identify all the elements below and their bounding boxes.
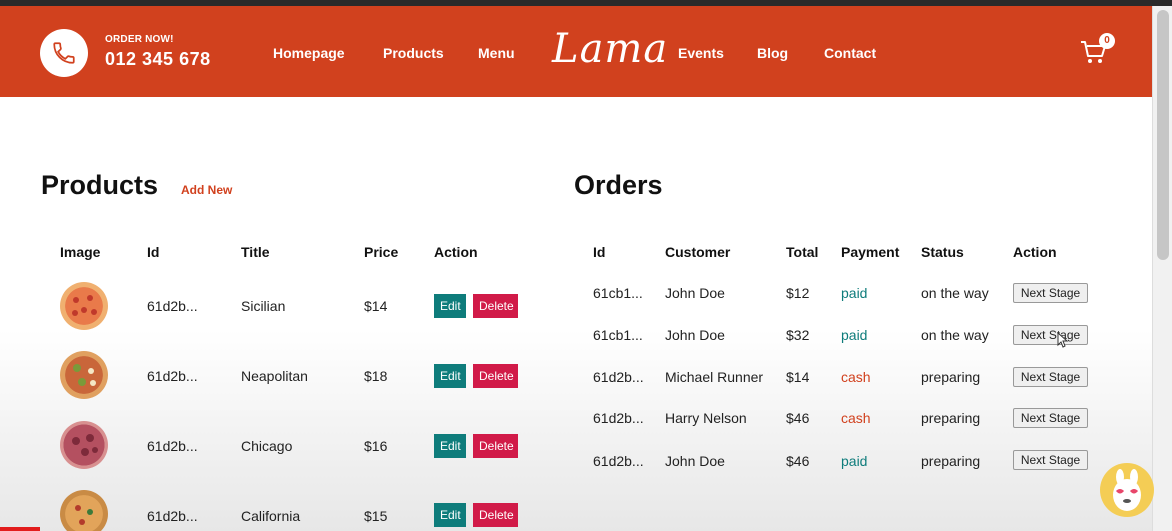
cart-count-badge: 0 [1099, 33, 1115, 49]
order-payment: paid [841, 285, 868, 301]
nav-events[interactable]: Events [678, 45, 724, 61]
order-total: $46 [786, 453, 810, 469]
product-title: California [241, 508, 301, 524]
order-payment: paid [841, 453, 868, 469]
order-id: 61d2b... [593, 453, 644, 469]
delete-button[interactable]: Delete [473, 364, 518, 388]
order-id: 61cb1... [593, 327, 643, 343]
orders-col-customer: Customer [665, 244, 731, 260]
llama-face-icon [1113, 469, 1141, 511]
product-title: Neapolitan [241, 368, 308, 384]
next-stage-button[interactable]: Next Stage [1013, 283, 1088, 303]
nav-blog[interactable]: Blog [757, 45, 788, 61]
pizza-image [60, 490, 108, 531]
progress-indicator [0, 527, 40, 531]
product-id: 61d2b... [147, 298, 198, 314]
brand-logo[interactable]: Lama [552, 26, 668, 72]
order-customer: John Doe [665, 285, 725, 301]
delete-button[interactable]: Delete [473, 294, 518, 318]
product-price: $16 [364, 438, 388, 454]
edit-button[interactable]: Edit [434, 503, 466, 527]
products-col-image: Image [60, 244, 101, 260]
orders-col-id: Id [593, 244, 606, 260]
product-price: $18 [364, 368, 388, 384]
order-id: 61cb1... [593, 285, 643, 301]
next-stage-button[interactable]: Next Stage [1013, 367, 1088, 387]
orders-col-status: Status [921, 244, 964, 260]
next-stage-button[interactable]: Next Stage [1013, 450, 1088, 470]
navbar: ORDER NOW! 012 345 678 Homepage Products… [0, 6, 1152, 97]
order-customer: Michael Runner [665, 369, 764, 385]
products-col-action: Action [434, 244, 478, 260]
pizza-toppings [72, 434, 98, 456]
cart-button[interactable]: 0 [1080, 33, 1115, 70]
order-customer: Harry Nelson [665, 410, 747, 426]
order-status: preparing [921, 453, 981, 469]
order-id: 61d2b... [593, 410, 644, 426]
orders-col-payment: Payment [841, 244, 900, 260]
order-status: on the way [921, 285, 989, 301]
orders-col-action: Action [1013, 244, 1057, 260]
nav-homepage[interactable]: Homepage [273, 45, 345, 61]
nav-products[interactable]: Products [383, 45, 444, 61]
pizza-toppings [75, 505, 93, 525]
product-id: 61d2b... [147, 368, 198, 384]
order-status: on the way [921, 327, 989, 343]
products-col-id: Id [147, 244, 160, 260]
pizza-image [60, 282, 108, 330]
delete-button[interactable]: Delete [473, 503, 518, 527]
phone-icon[interactable] [40, 29, 88, 77]
order-total: $32 [786, 327, 810, 343]
order-total: $12 [786, 285, 810, 301]
product-id: 61d2b... [147, 438, 198, 454]
products-col-title: Title [241, 244, 270, 260]
products-col-price: Price [364, 244, 399, 260]
order-total: $14 [786, 369, 810, 385]
order-customer: John Doe [665, 327, 725, 343]
nav-contact[interactable]: Contact [824, 45, 876, 61]
phone-number: 012 345 678 [105, 49, 211, 69]
add-new-link[interactable]: Add New [181, 183, 232, 197]
product-id: 61d2b... [147, 508, 198, 524]
order-status: preparing [921, 369, 981, 385]
pizza-toppings [72, 295, 97, 316]
order-payment: paid [841, 327, 868, 343]
pizza-toppings [73, 364, 96, 386]
pizza-image [60, 421, 108, 469]
edit-button[interactable]: Edit [434, 434, 466, 458]
order-total: $46 [786, 410, 810, 426]
orders-title: Orders [574, 170, 663, 200]
next-stage-button[interactable]: Next Stage [1013, 325, 1088, 345]
mouse-cursor-icon [1057, 332, 1069, 348]
product-title: Sicilian [241, 298, 286, 314]
products-title: Products [41, 170, 159, 200]
product-price: $14 [364, 298, 388, 314]
scrollbar-thumb[interactable] [1157, 10, 1169, 260]
page-scrollbar[interactable] [1152, 6, 1172, 531]
mascot-avatar-icon [1100, 463, 1154, 517]
order-payment: cash [841, 369, 871, 385]
order-payment: cash [841, 410, 871, 426]
orders-col-total: Total [786, 244, 819, 260]
edit-button[interactable]: Edit [434, 364, 466, 388]
phone-glyph [53, 42, 75, 64]
order-customer: John Doe [665, 453, 725, 469]
order-status: preparing [921, 410, 981, 426]
order-id: 61d2b... [593, 369, 644, 385]
product-price: $15 [364, 508, 388, 524]
product-title: Chicago [241, 438, 293, 454]
nav-menu[interactable]: Menu [478, 45, 515, 61]
edit-button[interactable]: Edit [434, 294, 466, 318]
next-stage-button[interactable]: Next Stage [1013, 408, 1088, 428]
order-now-label: ORDER NOW! [105, 34, 174, 45]
delete-button[interactable]: Delete [473, 434, 518, 458]
pizza-image [60, 351, 108, 399]
